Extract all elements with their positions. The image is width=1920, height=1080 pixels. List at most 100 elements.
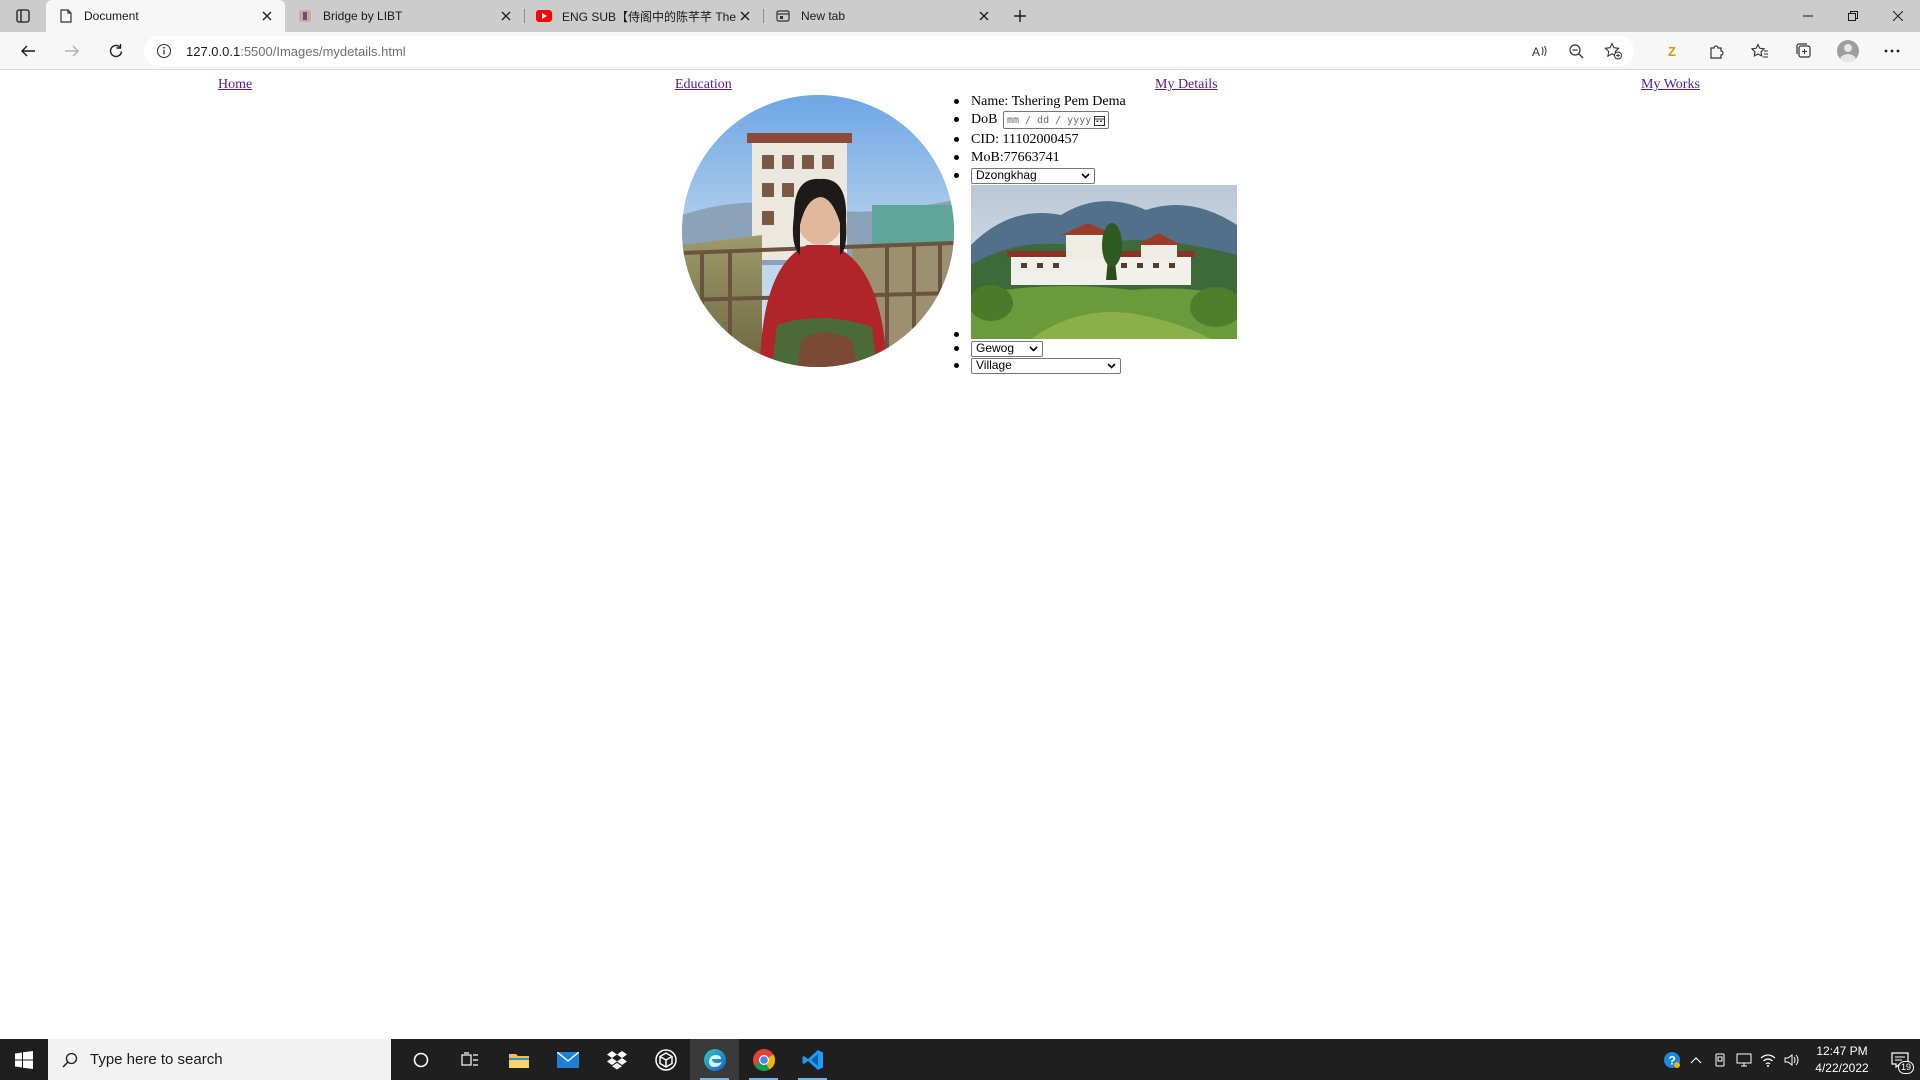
list-item: Village [954, 357, 1237, 374]
site-info-icon[interactable] [156, 43, 172, 59]
taskbar-clock[interactable]: 12:47 PM 4/22/2022 [1804, 1043, 1880, 1077]
chevron-down-icon [1029, 345, 1038, 352]
details-list: Name: Tshering Pem Dema DoB mm / dd / yy… [954, 93, 1237, 374]
forward-button[interactable] [54, 35, 90, 67]
tab-actions-button[interactable] [0, 0, 46, 32]
address-bar[interactable]: 127.0.0.1:5500/Images/mydetails.html A [144, 36, 1634, 66]
add-favorite-icon[interactable] [1604, 42, 1622, 60]
close-tab-icon[interactable] [737, 8, 753, 24]
dzongkhag-select[interactable]: Dzongkhag [971, 167, 1095, 184]
mob-text: MoB:77663741 [971, 150, 1060, 165]
calendar-icon[interactable] [1093, 115, 1105, 126]
taskbar-search-box[interactable]: Type here to search [48, 1039, 391, 1080]
settings-menu-button[interactable] [1870, 32, 1914, 70]
speaker-icon [1784, 1053, 1799, 1066]
close-tab-icon[interactable] [259, 8, 275, 24]
profile-button[interactable] [1826, 32, 1870, 70]
page-content: Home Education My Details My Works Name:… [0, 71, 1920, 1039]
collections-icon [1796, 43, 1811, 58]
zotero-extension-button[interactable]: Z [1650, 32, 1694, 70]
search-icon [62, 1052, 78, 1068]
cortana-icon [413, 1052, 428, 1067]
document-icon [58, 8, 74, 24]
url-path: :5500/Images/mydetails.html [240, 43, 406, 59]
chevron-down-icon [1081, 172, 1090, 179]
svg-text:A: A [1532, 45, 1540, 59]
forward-arrow-icon [65, 45, 79, 56]
help-icon: ? [1664, 1051, 1680, 1068]
back-button[interactable] [10, 35, 46, 67]
read-aloud-icon[interactable]: A [1532, 43, 1548, 59]
list-item: DoB mm / dd / yyyy [954, 111, 1237, 129]
close-tab-icon[interactable] [976, 8, 992, 24]
new-tab-button[interactable] [1002, 0, 1038, 32]
vscode-button[interactable] [788, 1039, 837, 1080]
back-arrow-icon [21, 45, 35, 56]
plus-icon [1014, 10, 1026, 22]
action-center-button[interactable]: 19 [1880, 1039, 1920, 1080]
display-tray-button[interactable] [1732, 1039, 1756, 1080]
dzongkhag-selected-value: Dzongkhag [976, 168, 1037, 182]
monitor-icon [1736, 1053, 1752, 1066]
dzong-landscape-image [971, 185, 1237, 339]
search-placeholder: Type here to search [90, 1051, 223, 1068]
taskbar-apps [396, 1039, 837, 1080]
browser-toolbar: 127.0.0.1:5500/Images/mydetails.html A Z [0, 32, 1920, 70]
device-tray-button[interactable] [1708, 1039, 1732, 1080]
nav-link-my-details[interactable]: My Details [1155, 77, 1218, 93]
more-icon [1884, 49, 1900, 53]
collections-button[interactable] [1782, 32, 1826, 70]
mail-button[interactable] [543, 1039, 592, 1080]
tab-bridge-by-libt[interactable]: Bridge by LIBT [285, 0, 524, 32]
chrome-button[interactable] [739, 1039, 788, 1080]
profile-photo [682, 95, 954, 367]
zotero-icon: Z [1668, 43, 1676, 59]
tab-strip: Document Bridge by LIBT ENG SUB【侍阁中的陈芊芊 … [0, 0, 1920, 32]
taskbar: Type here to search ? 12:47 PM 4/22/2022… [0, 1039, 1920, 1080]
url-host: 127.0.0.1 [186, 43, 241, 59]
close-tab-icon[interactable] [498, 8, 514, 24]
tab-new-tab[interactable]: New tab [763, 0, 1002, 32]
village-selected-value: Village [976, 358, 1012, 372]
cid-text: CID: 11102000457 [971, 132, 1079, 147]
nav-link-my-works[interactable]: My Works [1641, 77, 1700, 93]
dropbox-button[interactable] [592, 1039, 641, 1080]
network-tray-button[interactable] [1756, 1039, 1780, 1080]
help-tray-button[interactable]: ? [1660, 1039, 1684, 1080]
list-item: MoB:77663741 [954, 149, 1237, 166]
refresh-button[interactable] [98, 35, 134, 67]
name-text: Name: Tshering Pem Dema [971, 94, 1126, 109]
file-explorer-button[interactable] [494, 1039, 543, 1080]
favorites-button[interactable] [1738, 32, 1782, 70]
village-select[interactable]: Village [971, 357, 1121, 374]
extensions-button[interactable] [1694, 32, 1738, 70]
start-button[interactable] [0, 1039, 48, 1080]
edge-button[interactable] [690, 1039, 739, 1080]
task-view-icon [460, 1051, 478, 1066]
file-explorer-icon [508, 1053, 529, 1068]
cortana-button[interactable] [396, 1039, 445, 1080]
list-item: Dzongkhag [954, 167, 1237, 184]
unity-button[interactable] [641, 1039, 690, 1080]
zoom-out-icon[interactable] [1568, 43, 1584, 59]
restore-button[interactable] [1830, 0, 1875, 32]
tab-youtube[interactable]: ENG SUB【侍阁中的陈芊芊 The R [524, 0, 763, 32]
nav-link-education[interactable]: Education [675, 77, 732, 93]
chrome-icon [752, 1048, 775, 1071]
dob-date-input[interactable]: mm / dd / yyyy [1002, 111, 1109, 129]
dob-label: DoB [971, 112, 998, 128]
tab-title: Document [84, 9, 139, 23]
task-view-button[interactable] [445, 1039, 494, 1080]
dropbox-icon [606, 1050, 627, 1069]
libt-favicon [297, 8, 313, 24]
gewog-select[interactable]: Gewog [971, 340, 1043, 357]
minimize-button[interactable] [1785, 0, 1830, 32]
show-hidden-icons-button[interactable] [1684, 1039, 1708, 1080]
nav-link-home[interactable]: Home [218, 77, 252, 93]
close-window-button[interactable] [1875, 0, 1920, 32]
chevron-up-icon [1690, 1056, 1702, 1063]
close-icon [1892, 11, 1903, 21]
mail-icon [556, 1051, 579, 1068]
tab-document[interactable]: Document [46, 0, 285, 32]
volume-tray-button[interactable] [1780, 1039, 1804, 1080]
